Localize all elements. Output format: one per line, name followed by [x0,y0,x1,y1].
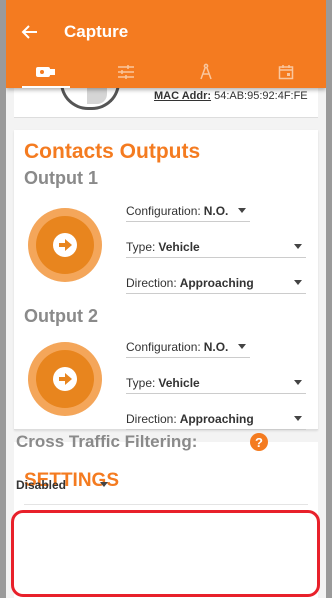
arrow-left-icon [21,25,37,39]
direction-value: Approaching [179,275,254,290]
output-2-type-select[interactable]: Type: Vehicle [126,372,306,394]
back-button[interactable] [18,20,42,44]
device-card: MAC Addr: 54:AB:95:92:4F:FE [14,82,318,118]
app-frame: Capture MAC Addr: 54:AB:95:92:4F:FE Cont… [6,0,326,598]
output-1-direction-select[interactable]: Direction: Approaching [126,272,306,294]
direction-label: Direction: [126,411,177,426]
calendar-icon [278,65,294,80]
configuration-label: Configuration: [126,203,201,218]
mac-label: MAC Addr: [154,90,212,102]
compass-icon [200,63,212,80]
camera-icon [36,67,55,77]
arrow-right-circle-icon [53,367,77,391]
direction-value: Approaching [179,411,254,426]
mac-address: MAC Addr: 54:AB:95:92:4F:FE [154,90,308,102]
cross-traffic-filtering-select[interactable]: Disabled [16,474,122,496]
chevron-down-icon [238,344,246,349]
type-value: Vehicle [158,375,200,390]
chevron-down-icon [294,380,302,385]
output-2-title: Output 2 [24,306,98,326]
contacts-outputs-card: Contacts Outputs Output 1 Configuration:… [14,130,318,430]
output-1-type-select[interactable]: Type: Vehicle [126,236,306,258]
tab-schedule[interactable] [246,56,326,88]
highlight-box [11,510,320,597]
output-1-title: Output 1 [24,168,98,188]
output-1-toggle-inner [36,216,94,274]
type-label: Type: [126,375,156,390]
tab-bar [6,56,326,88]
output-2-toggle[interactable] [28,342,102,416]
page-title: Capture [64,22,129,41]
output-1-configuration-select[interactable]: Configuration: N.O. [126,200,250,222]
chevron-down-icon [294,244,302,249]
chevron-down-icon [294,416,302,421]
arrow-right-circle-icon [53,233,77,257]
contacts-outputs-title: Contacts Outputs [24,140,201,163]
output-2-direction-select[interactable]: Direction: Approaching [126,408,306,430]
sliders-icon [118,65,134,79]
direction-label: Direction: [126,275,177,290]
tab-geometry[interactable] [166,56,246,88]
cross-traffic-filtering-label: Cross Traffic Filtering: [16,432,198,451]
mac-value: 54:AB:95:92:4F:FE [214,90,308,102]
divider [24,504,308,505]
type-value: Vehicle [158,239,200,254]
output-1-toggle[interactable] [28,208,102,282]
configuration-label: Configuration: [126,339,201,354]
chevron-down-icon [100,482,108,487]
help-icon[interactable]: ? [250,433,268,451]
app-bar: Capture [6,0,326,88]
chevron-down-icon [294,280,302,285]
chevron-down-icon [238,208,246,213]
output-2-configuration-select[interactable]: Configuration: N.O. [126,336,250,358]
configuration-value: N.O. [203,203,229,218]
output-2-toggle-inner [36,350,94,408]
tab-camera[interactable] [6,56,86,88]
type-label: Type: [126,239,156,254]
configuration-value: N.O. [203,339,229,354]
cross-traffic-filtering-value: Disabled [16,478,67,492]
tab-settings[interactable] [86,56,166,88]
